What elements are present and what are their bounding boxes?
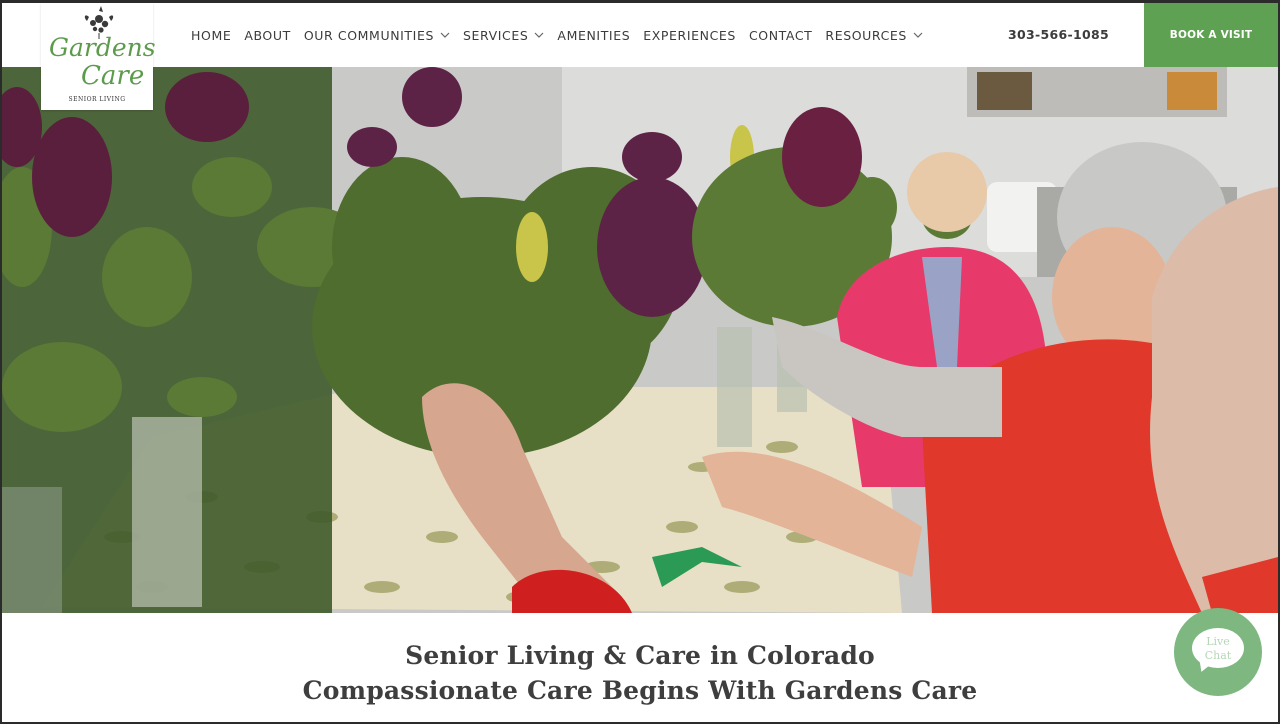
nav-label: AMENITIES <box>557 27 631 43</box>
photo-icon <box>2 67 1278 613</box>
headline-subtitle: Compassionate Care Begins With Gardens C… <box>302 676 978 705</box>
nav-label: ABOUT <box>244 27 291 43</box>
logo-wordmark-care: Care <box>81 61 145 91</box>
nav-item-contact[interactable]: CONTACT <box>749 28 812 43</box>
chat-label-line2: Chat <box>1204 649 1232 662</box>
chevron-down-icon <box>440 32 450 38</box>
site-logo[interactable]: Gardens Care SENIOR LIVING <box>41 3 156 110</box>
nav-item-resources[interactable]: RESOURCES <box>825 28 923 43</box>
chat-label-line1: Live <box>1206 635 1230 648</box>
nav-label: RESOURCES <box>825 27 907 43</box>
nav-label: SERVICES <box>462 27 529 43</box>
chevron-down-icon <box>913 32 923 38</box>
nav-label: EXPERIENCES <box>643 27 736 43</box>
phone-number-link[interactable]: 303-566-1085 <box>1008 3 1109 67</box>
nav-item-home[interactable]: HOME <box>191 28 231 43</box>
nav-item-amenities[interactable]: AMENITIES <box>557 28 630 43</box>
book-a-visit-button[interactable]: BOOK A VISIT <box>1144 3 1278 67</box>
main-nav: HOME ABOUT OUR COMMUNITIES SERVICES AMEN… <box>191 3 936 67</box>
hero-photo <box>2 67 1278 613</box>
page: HOME ABOUT OUR COMMUNITIES SERVICES AMEN… <box>2 3 1278 722</box>
live-chat-button[interactable]: Live Chat <box>1174 608 1262 696</box>
chevron-down-icon <box>534 32 544 38</box>
nav-label: CONTACT <box>748 27 813 43</box>
nav-item-about[interactable]: ABOUT <box>244 28 291 43</box>
nav-label: HOME <box>191 27 232 43</box>
nav-item-services[interactable]: SERVICES <box>463 28 544 43</box>
logo-wordmark-gardens: Gardens <box>49 33 156 62</box>
hero-headline: Senior Living & Care in Colorado Compass… <box>2 615 1278 705</box>
nav-item-our-communities[interactable]: OUR COMMUNITIES <box>304 28 450 43</box>
logo-tagline: SENIOR LIVING <box>68 96 126 103</box>
headline-title: Senior Living & Care in Colorado <box>405 641 875 670</box>
site-header: HOME ABOUT OUR COMMUNITIES SERVICES AMEN… <box>2 3 1278 67</box>
nav-label: OUR COMMUNITIES <box>303 27 434 43</box>
nav-item-experiences[interactable]: EXPERIENCES <box>643 28 736 43</box>
